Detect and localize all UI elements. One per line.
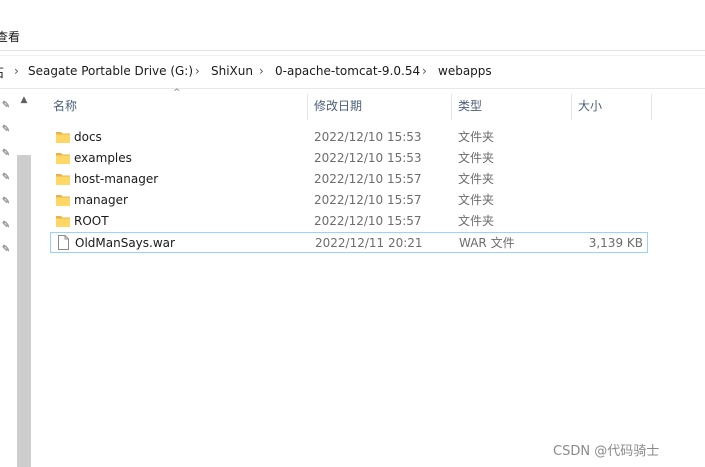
navigation-pane[interactable]: ✎ ✎ ✎ ✎ ✎ ✎ ✎ (0, 90, 16, 467)
column-divider[interactable] (307, 94, 308, 120)
file-date: 2022/12/10 15:53 (314, 151, 422, 165)
file-date: 2022/12/10 15:57 (314, 172, 422, 186)
ribbon: 查看 (0, 0, 705, 50)
pin-icon[interactable]: ✎ (0, 196, 12, 208)
breadcrumb-separator[interactable]: › (422, 64, 427, 78)
pin-icon[interactable]: ✎ (0, 220, 12, 232)
file-date: 2022/12/11 20:21 (315, 236, 423, 250)
file-type: 文件夹 (458, 130, 495, 144)
scroll-up-arrow-icon[interactable]: ▲ (17, 92, 31, 108)
breadcrumb-item-tomcat[interactable]: 0-apache-tomcat-9.0.54 (275, 64, 420, 78)
column-divider[interactable] (571, 94, 572, 120)
list-item[interactable]: docs 2022/12/10 15:53 文件夹 (50, 127, 648, 148)
breadcrumb-item-shixun[interactable]: ShiXun (211, 64, 253, 78)
ribbon-divider (0, 50, 705, 51)
list-item[interactable]: examples 2022/12/10 15:53 文件夹 (50, 148, 648, 169)
file-name: host-manager (74, 172, 159, 186)
column-header-date[interactable]: 修改日期 (314, 92, 362, 120)
scrollbar-thumb[interactable] (17, 155, 31, 467)
file-date: 2022/12/10 15:57 (314, 193, 422, 207)
pin-icon[interactable]: ✎ (0, 172, 12, 184)
pin-icon[interactable]: ✎ (0, 100, 12, 112)
breadcrumb-separator[interactable]: › (195, 64, 200, 78)
file-name: docs (74, 130, 102, 144)
pin-icon[interactable]: ✎ (0, 124, 12, 136)
list-item[interactable]: host-manager 2022/12/10 15:57 文件夹 (50, 169, 648, 190)
breadcrumb-item-drive[interactable]: Seagate Portable Drive (G:) (28, 64, 193, 78)
file-date: 2022/12/10 15:57 (314, 214, 422, 228)
address-bar[interactable]: 石 › Seagate Portable Drive (G:) › ShiXun… (0, 55, 705, 89)
sort-ascending-icon: ^ (173, 88, 181, 98)
file-name: ROOT (74, 214, 109, 228)
file-type: 文件夹 (458, 193, 495, 207)
file-type: 文件夹 (458, 172, 495, 186)
ribbon-tab-view[interactable]: 查看 (0, 28, 20, 45)
folder-icon (56, 174, 70, 185)
breadcrumb-item-webapps[interactable]: webapps (438, 64, 492, 78)
list-item[interactable]: ROOT 2022/12/10 15:57 文件夹 (50, 211, 648, 232)
file-date: 2022/12/10 15:53 (314, 130, 422, 144)
folder-icon (56, 153, 70, 164)
file-type: 文件夹 (458, 214, 495, 228)
column-divider[interactable] (451, 94, 452, 120)
file-icon (58, 235, 69, 250)
list-item[interactable]: OldManSays.war 2022/12/11 20:21 WAR 文件 3,13… (50, 232, 648, 253)
column-header-name[interactable]: 名称 (53, 92, 77, 120)
file-size: 3,139 KB (588, 236, 643, 250)
breadcrumb-separator[interactable]: › (14, 64, 19, 78)
breadcrumb-fragment: 石 (0, 64, 4, 81)
column-divider[interactable] (651, 94, 652, 120)
file-name: examples (74, 151, 132, 165)
pin-icon[interactable]: ✎ (0, 244, 12, 256)
watermark: CSDN @代码骑士 (553, 444, 660, 459)
file-name: manager (74, 193, 128, 207)
list-item[interactable]: manager 2022/12/10 15:57 文件夹 (50, 190, 648, 211)
folder-icon (56, 216, 70, 227)
file-type: WAR 文件 (459, 236, 515, 250)
file-type: 文件夹 (458, 151, 495, 165)
folder-icon (56, 195, 70, 206)
pin-icon[interactable]: ✎ (0, 148, 12, 160)
column-header-type[interactable]: 类型 (458, 92, 482, 120)
folder-icon (56, 132, 70, 143)
file-name: OldManSays.war (75, 236, 175, 250)
breadcrumb-separator[interactable]: › (259, 64, 264, 78)
column-header-size[interactable]: 大小 (578, 92, 602, 120)
